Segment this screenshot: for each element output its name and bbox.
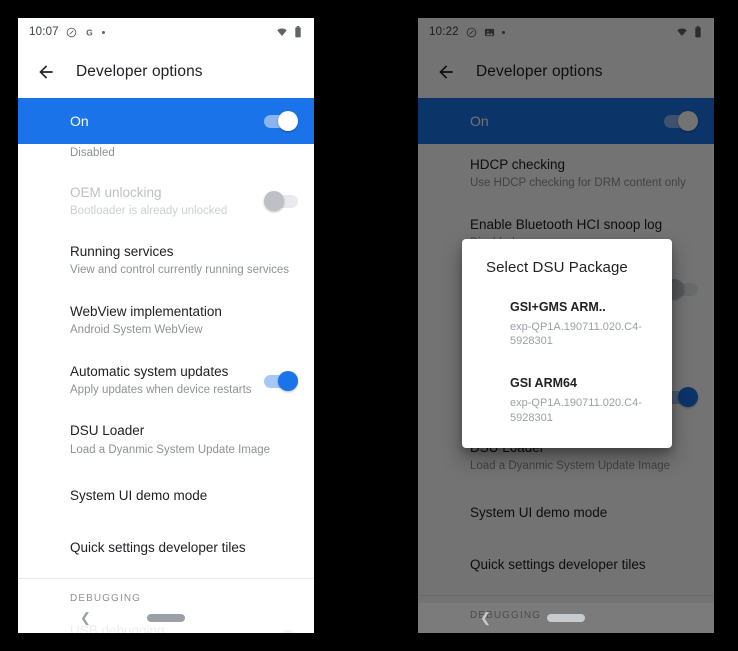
list-item-texts: DSU Loader Load a Dyanmic System Update … [70, 422, 298, 458]
screen-left: 10:07 G Developer options On Disabled OE… [18, 18, 314, 633]
list-item-texts: OEM unlocking Bootloader is already unlo… [70, 184, 264, 220]
phone-screenshot-left: 10:07 G Developer options On Disabled OE… [18, 18, 314, 633]
list-item-automatic-system-updates[interactable]: Automatic system updates Apply updates w… [18, 351, 314, 411]
dialog-option-name: GSI+GMS ARM.. [510, 300, 606, 314]
home-pill-icon[interactable] [147, 614, 185, 622]
list-item-texts: Automatic system updates Apply updates w… [70, 363, 264, 399]
status-time: 10:07 [29, 26, 59, 38]
dialog-option-build: exp-QP1A.190711.020.C4-5928301 [510, 320, 642, 348]
list-item-title: Quick settings developer tiles [70, 540, 246, 556]
list-item-summary: Android System WebView [70, 324, 203, 337]
list-item-title: Automatic system updates [70, 363, 229, 379]
list-item-title: Running services [70, 244, 174, 260]
screenshot-stage: 10:07 G Developer options On Disabled OE… [0, 0, 738, 651]
screen-right: 10:22 [418, 18, 714, 633]
partial-row-texts: Disabled [70, 146, 298, 162]
oem-unlocking-switch [264, 191, 298, 212]
home-pill-icon[interactable] [547, 614, 585, 622]
dialog-option-build: exp-QP1A.190711.020.C4-5928301 [510, 396, 642, 424]
dialog-title: Select DSU Package [486, 259, 628, 276]
dot-icon [101, 30, 105, 34]
list-item-oem-unlocking[interactable]: OEM unlocking Bootloader is already unlo… [18, 172, 314, 232]
dialog-option-gsi-gms-arm[interactable]: GSI+GMS ARM.. exp-QP1A.190711.020.C4-592… [462, 294, 672, 354]
battery-icon [294, 26, 302, 38]
list-item-summary: Bootloader is already unlocked [70, 204, 228, 217]
list-item-title: System UI demo mode [70, 488, 208, 504]
switch-thumb [278, 111, 298, 131]
list-item-webview-implementation[interactable]: WebView implementation Android System We… [18, 291, 314, 351]
dialog-option-name: GSI ARM64 [510, 376, 577, 391]
list-item-quick-settings-developer-tiles[interactable]: Quick settings developer tiles [18, 522, 314, 574]
list-item-running-services[interactable]: Running services View and control curren… [18, 231, 314, 291]
list-item-title: DSU Loader [70, 423, 145, 439]
list-item-title: OEM unlocking [70, 184, 162, 200]
list-item-system-ui-demo-mode[interactable]: System UI demo mode [18, 470, 314, 522]
system-nav-bar-left: ❮ [18, 603, 314, 633]
automatic-system-updates-switch[interactable] [264, 370, 298, 391]
do-not-disturb-icon [66, 27, 77, 38]
list-item-dsu-loader[interactable]: DSU Loader Load a Dyanmic System Update … [18, 410, 314, 470]
status-bar-left: 10:07 G [18, 18, 314, 46]
master-toggle-label: On [70, 113, 89, 129]
list-item-texts: Running services View and control curren… [70, 243, 298, 279]
app-bar-left: Developer options [18, 46, 314, 98]
nav-back-icon[interactable]: ❮ [480, 610, 491, 626]
system-nav-bar-right: ❮ [418, 603, 714, 633]
back-arrow-icon[interactable] [36, 62, 56, 82]
list-item-summary: Load a Dyanmic System Update Image [70, 443, 271, 456]
page-title: Developer options [76, 63, 203, 80]
partial-row-top: Disabled [18, 144, 314, 172]
status-bar-left-icons: 10:07 G [29, 26, 105, 38]
list-item-summary: Apply updates when device restarts [70, 383, 252, 396]
select-dsu-package-dialog: Select DSU Package GSI+GMS ARM.. exp-QP1… [462, 239, 672, 449]
list-item-summary: View and control currently running servi… [70, 264, 290, 277]
google-g-icon: G [84, 27, 95, 38]
partial-row-summary: Disabled [70, 147, 115, 159]
list-item-texts: WebView implementation Android System We… [70, 303, 298, 339]
switch-thumb [278, 370, 298, 391]
nav-back-icon[interactable]: ❮ [80, 610, 91, 626]
dialog-option-gsi-arm64[interactable]: GSI ARM64 exp-QP1A.190711.020.C4-5928301 [462, 370, 672, 430]
list-item-texts: System UI demo mode [70, 487, 298, 505]
list-item-title: WebView implementation [70, 303, 222, 319]
list-item-texts: Quick settings developer tiles [70, 539, 298, 557]
settings-list-left: Disabled OEM unlocking Bootloader is alr… [18, 144, 314, 633]
developer-options-master-toggle-row[interactable]: On [18, 98, 314, 144]
wifi-icon [276, 26, 288, 38]
switch-thumb [264, 191, 284, 212]
phone-screenshot-right: 10:22 [418, 18, 714, 633]
master-toggle-switch[interactable] [264, 111, 298, 131]
svg-text:G: G [86, 28, 93, 37]
status-bar-right-icons [276, 26, 302, 38]
